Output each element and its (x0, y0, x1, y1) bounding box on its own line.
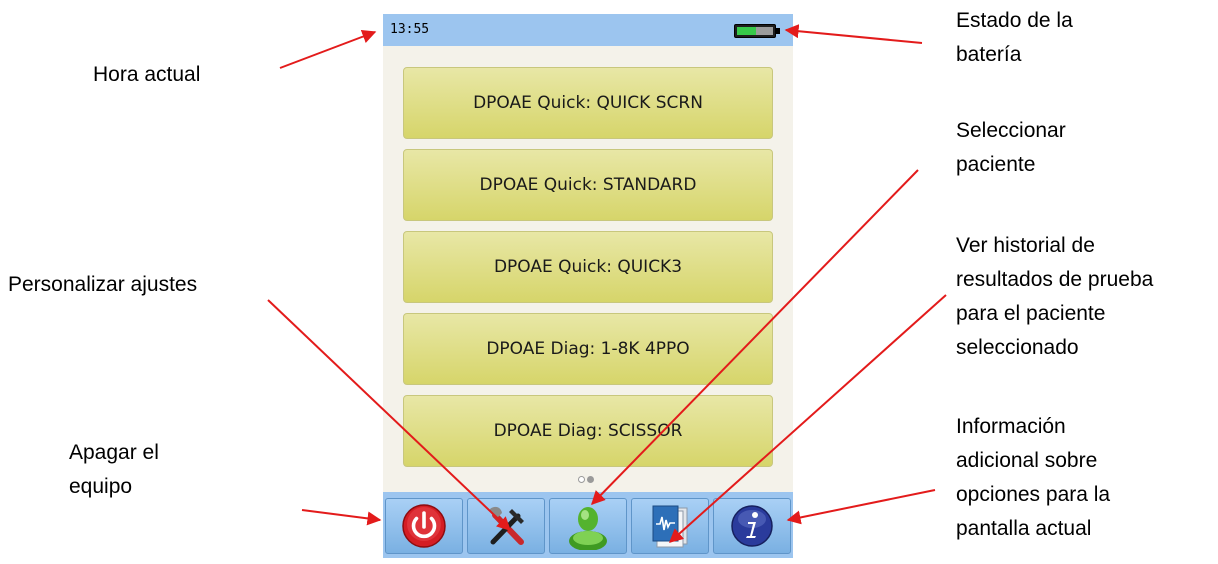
arrow-informacion (786, 489, 936, 525)
arrow-ver-historial (668, 294, 947, 543)
annotation-arrows (267, 24, 947, 543)
arrow-apagar-equipo (301, 509, 382, 526)
arrow-seleccionar-paciente (591, 169, 919, 506)
arrow-hora-actual (279, 29, 377, 69)
arrow-personalizar-ajustes (267, 299, 512, 531)
arrow-estado-bateria (784, 24, 923, 44)
